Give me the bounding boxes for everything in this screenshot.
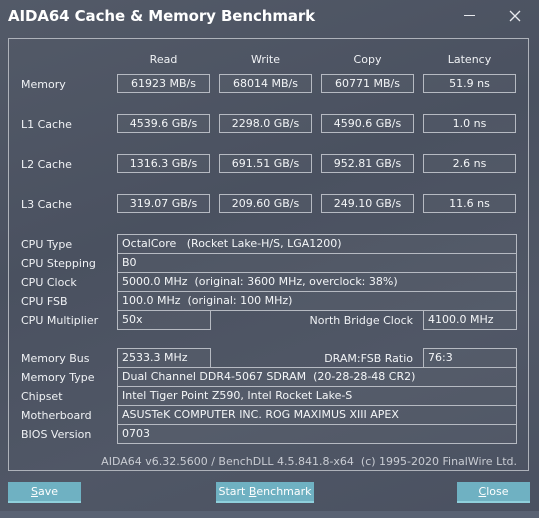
bios-version-value: 0703: [117, 424, 517, 444]
bios-version-label: BIOS Version: [21, 428, 92, 441]
minimize-icon: [464, 15, 475, 16]
version-info: AIDA64 v6.32.5600 / BenchDLL 4.5.841.8-x…: [101, 455, 517, 468]
memory-latency-value: 51.9 ns: [423, 74, 516, 93]
row-label-l2-cache: L2 Cache: [21, 158, 72, 171]
chipset-value: Intel Tiger Point Z590, Intel Rocket Lak…: [117, 386, 517, 406]
l3-latency-value: 11.6 ns: [423, 194, 516, 213]
l3-read-value: 319.07 GB/s: [117, 194, 210, 213]
column-header-read: Read: [149, 53, 178, 66]
cpu-type-label: CPU Type: [21, 238, 73, 251]
cpu-multiplier-value: 50x: [117, 310, 211, 330]
column-header-copy: Copy: [353, 53, 382, 66]
cpu-clock-label: CPU Clock: [21, 276, 77, 289]
l1-write-value: 2298.0 GB/s: [219, 114, 312, 133]
row-label-l1-cache: L1 Cache: [21, 118, 72, 131]
start-label-prefix: Start: [218, 485, 249, 498]
memory-type-value: Dual Channel DDR4-5067 SDRAM (20-28-28-4…: [117, 367, 517, 387]
l2-copy-value: 952.81 GB/s: [321, 154, 414, 173]
l2-write-value: 691.51 GB/s: [219, 154, 312, 173]
row-label-memory: Memory: [21, 78, 66, 91]
start-benchmark-button[interactable]: Start Benchmark: [216, 482, 314, 503]
close-button[interactable]: Close: [457, 482, 530, 503]
l1-latency-value: 1.0 ns: [423, 114, 516, 133]
column-header-write: Write: [250, 53, 281, 66]
memory-read-value: 61923 MB/s: [117, 74, 210, 93]
save-mnemonic: S: [30, 485, 38, 498]
memory-bus-label: Memory Bus: [21, 352, 90, 365]
l1-copy-value: 4590.6 GB/s: [321, 114, 414, 133]
memory-write-value: 68014 MB/s: [219, 74, 312, 93]
close-label: lose: [486, 485, 509, 498]
start-label-rest: enchmark: [256, 485, 312, 498]
title-bar: AIDA64 Cache & Memory Benchmark: [0, 0, 539, 32]
dram-fsb-ratio-value: 76:3: [423, 348, 517, 368]
l3-write-value: 209.60 GB/s: [219, 194, 312, 213]
cpu-fsb-value: 100.0 MHz (original: 100 MHz): [117, 291, 517, 311]
close-window-button[interactable]: [495, 2, 535, 28]
cpu-fsb-label: CPU FSB: [21, 295, 68, 308]
row-label-l3-cache: L3 Cache: [21, 198, 72, 211]
minimize-button[interactable]: [450, 2, 490, 28]
memory-copy-value: 60771 MB/s: [321, 74, 414, 93]
close-icon: [509, 10, 521, 22]
window-title: AIDA64 Cache & Memory Benchmark: [8, 7, 316, 25]
cpu-clock-value: 5000.0 MHz (original: 3600 MHz, overcloc…: [117, 272, 517, 292]
motherboard-label: Motherboard: [21, 409, 92, 422]
bottom-strip: [0, 511, 539, 518]
north-bridge-clock-value: 4100.0 MHz: [423, 310, 517, 330]
save-label: ave: [37, 485, 58, 498]
cpu-stepping-label: CPU Stepping: [21, 257, 96, 270]
l3-copy-value: 249.10 GB/s: [321, 194, 414, 213]
memory-type-label: Memory Type: [21, 371, 95, 384]
column-header-latency: Latency: [447, 53, 492, 66]
cpu-multiplier-label: CPU Multiplier: [21, 314, 99, 327]
l2-latency-value: 2.6 ns: [423, 154, 516, 173]
dram-fsb-ratio-label: DRAM:FSB Ratio: [324, 352, 413, 365]
chipset-label: Chipset: [21, 390, 63, 403]
l1-read-value: 4539.6 GB/s: [117, 114, 210, 133]
north-bridge-clock-label: North Bridge Clock: [309, 314, 413, 327]
memory-bus-value: 2533.3 MHz: [117, 348, 211, 368]
cpu-stepping-value: B0: [117, 253, 517, 273]
cpu-type-value: OctalCore (Rocket Lake-H/S, LGA1200): [117, 234, 517, 254]
l2-read-value: 1316.3 GB/s: [117, 154, 210, 173]
motherboard-value: ASUSTeK COMPUTER INC. ROG MAXIMUS XIII A…: [117, 405, 517, 425]
save-button[interactable]: Save: [8, 482, 81, 503]
